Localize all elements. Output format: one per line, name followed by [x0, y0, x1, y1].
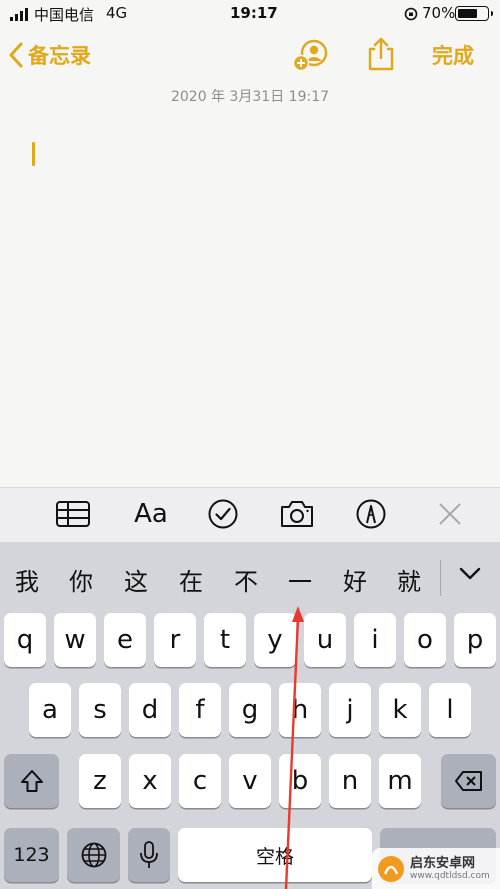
clock: 19:17 [230, 4, 278, 22]
key-l[interactable]: l [429, 683, 471, 737]
key-m[interactable]: m [379, 754, 421, 808]
format-button[interactable]: Aa [128, 498, 174, 530]
key-x[interactable]: x [129, 754, 171, 808]
key-g[interactable]: g [229, 683, 271, 737]
shift-key[interactable] [4, 754, 59, 808]
share-icon[interactable] [366, 36, 396, 72]
watermark-logo [378, 855, 404, 882]
key-e[interactable]: e [104, 613, 146, 667]
key-f[interactable]: f [179, 683, 221, 737]
table-icon [56, 501, 90, 527]
key-k[interactable]: k [379, 683, 421, 737]
key-q[interactable]: q [4, 613, 46, 667]
watermark: 启东安卓网 www.qdtldsd.com [372, 848, 500, 889]
signal-icon [10, 8, 28, 21]
key-w[interactable]: w [54, 613, 96, 667]
rotation-lock-icon [404, 7, 418, 21]
keyboard: q w e r t y u i o p a s d f g h j k l z … [0, 606, 500, 889]
key-n[interactable]: n [329, 754, 371, 808]
chevron-left-icon [9, 42, 23, 68]
checklist-icon [208, 499, 238, 529]
table-button[interactable] [54, 498, 92, 530]
camera-icon [281, 501, 313, 527]
watermark-title: 启东安卓网 [410, 855, 476, 871]
candidate-item[interactable]: 一 [280, 562, 320, 597]
globe-key[interactable] [67, 828, 120, 882]
candidate-item[interactable]: 不 [226, 562, 266, 597]
globe-icon [81, 842, 106, 868]
watermark-url: www.qdtldsd.com [410, 870, 490, 881]
key-d[interactable]: d [129, 683, 171, 737]
key-z[interactable]: z [79, 754, 121, 808]
numbers-key[interactable]: 123 [4, 828, 59, 882]
key-c[interactable]: c [179, 754, 221, 808]
microphone-icon [140, 841, 158, 868]
shift-icon [20, 770, 43, 792]
key-a[interactable]: a [29, 683, 71, 737]
key-t[interactable]: t [204, 613, 246, 667]
key-v[interactable]: v [229, 754, 271, 808]
markup-button[interactable] [354, 498, 388, 530]
back-button[interactable]: 备忘录 [8, 38, 91, 72]
key-o[interactable]: o [404, 613, 446, 667]
candidate-divider [440, 560, 441, 596]
note-date: 2020 年 3月31日 19:17 [170, 89, 330, 105]
camera-button[interactable] [278, 498, 316, 530]
carrier-label: 中国电信 [34, 6, 95, 24]
key-i[interactable]: i [354, 613, 396, 667]
done-button[interactable]: 完成 [432, 40, 474, 70]
candidate-item[interactable]: 你 [61, 562, 101, 597]
key-r[interactable]: r [154, 613, 196, 667]
candidate-bar: 我 你 这 在 不 一 好 就 [0, 542, 500, 606]
candidate-item[interactable]: 就 [389, 562, 429, 597]
key-p[interactable]: p [454, 613, 496, 667]
battery-icon [455, 6, 493, 21]
annotation-arrow-icon [284, 606, 304, 889]
candidate-item[interactable]: 好 [335, 562, 375, 597]
format-label: Aa [134, 499, 168, 529]
format-toolbar: Aa [0, 487, 500, 542]
battery-percent: 70% [422, 4, 456, 22]
key-j[interactable]: j [329, 683, 371, 737]
chevron-down-icon[interactable] [458, 566, 482, 582]
back-label: 备忘录 [28, 44, 91, 68]
network-label: 4G [106, 4, 128, 22]
add-people-icon[interactable] [292, 38, 330, 72]
checklist-button[interactable] [206, 498, 240, 530]
dictation-key[interactable] [128, 828, 170, 882]
close-icon [439, 503, 461, 525]
backspace-icon [454, 771, 482, 791]
candidate-item[interactable]: 这 [116, 562, 156, 597]
markup-icon [356, 499, 386, 529]
key-u[interactable]: u [304, 613, 346, 667]
text-cursor[interactable] [32, 142, 35, 166]
key-s[interactable]: s [79, 683, 121, 737]
delete-key[interactable] [441, 754, 496, 808]
candidate-item[interactable]: 在 [171, 562, 211, 597]
close-button[interactable] [434, 498, 466, 530]
status-bar: 中国电信 4G 19:17 70% [0, 0, 500, 28]
candidate-item[interactable]: 我 [7, 562, 47, 597]
